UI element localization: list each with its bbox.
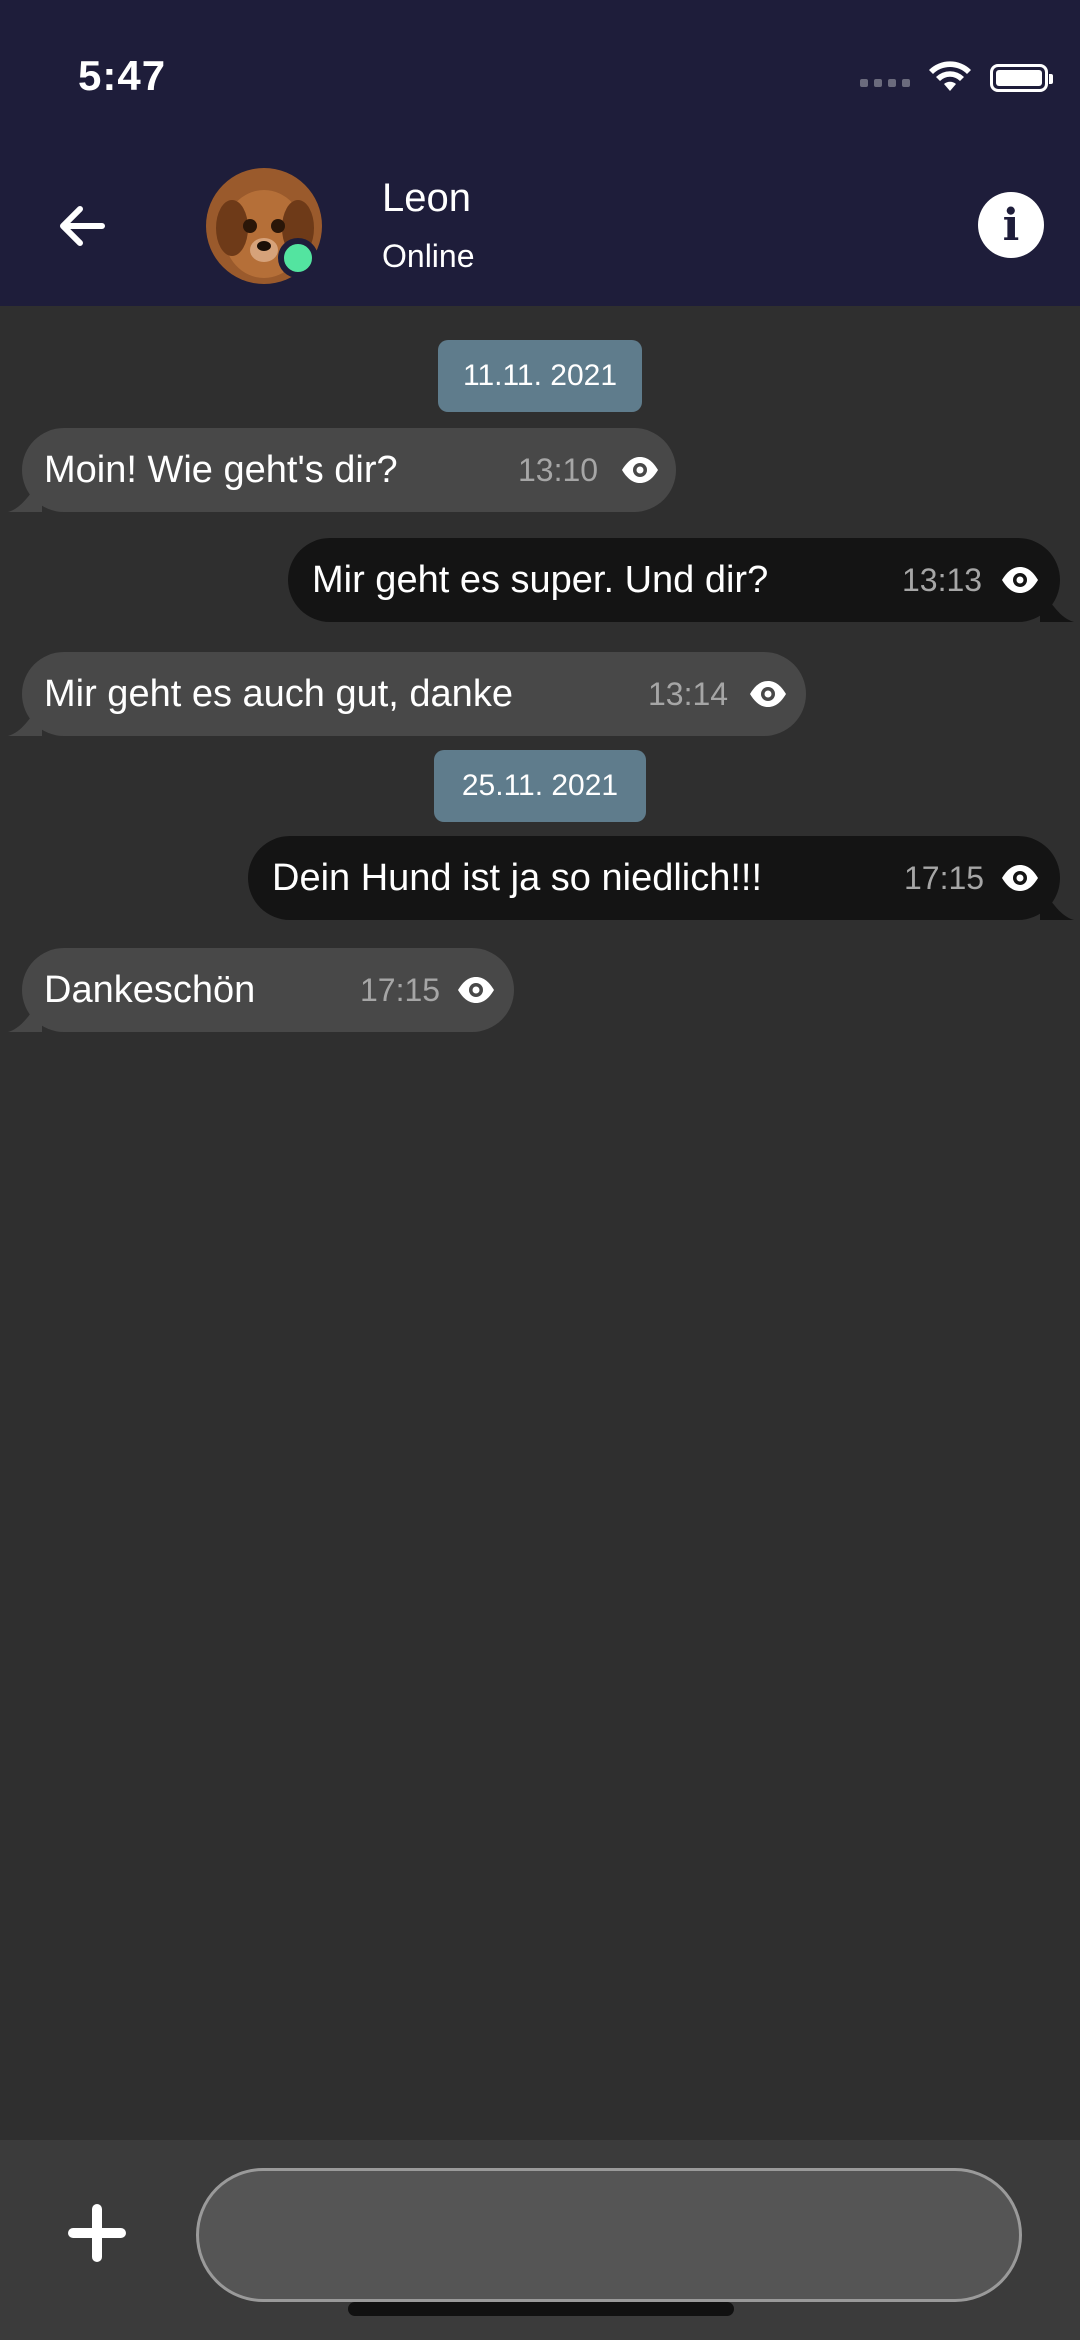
status-icons xyxy=(860,58,1053,98)
chat-header: 5:47 Leon Online i xyxy=(0,0,1080,306)
eye-icon xyxy=(1002,567,1038,593)
home-indicator xyxy=(348,2302,734,2316)
date-chip: 25.11. 2021 xyxy=(434,750,646,822)
message-time: 13:13 xyxy=(902,561,983,598)
contact-status: Online xyxy=(382,238,475,274)
message-bubble-outgoing[interactable]: Dein Hund ist ja so niedlich!!! 17:15 xyxy=(248,836,1074,920)
message-input[interactable] xyxy=(196,2168,1022,2302)
eye-icon xyxy=(622,457,658,483)
bubble-tail xyxy=(8,478,42,512)
wifi-icon xyxy=(929,61,971,91)
message-text: Mir geht es super. Und dir? xyxy=(312,558,769,601)
contact-name[interactable]: Leon xyxy=(382,176,471,221)
cellular-signal-icon xyxy=(860,79,910,87)
bubble-tail xyxy=(1040,886,1074,920)
message-time: 17:15 xyxy=(360,971,441,1008)
battery-icon xyxy=(990,64,1053,92)
message-text: Mir geht es auch gut, danke xyxy=(44,672,513,715)
message-bubble-incoming[interactable]: Mir geht es auch gut, danke 13:14 xyxy=(8,652,806,736)
bubble-tail xyxy=(1040,588,1074,622)
bubble-tail xyxy=(8,702,42,736)
plus-icon[interactable] xyxy=(64,2200,130,2266)
message-text: Dankeschön xyxy=(44,968,256,1011)
message-text: Dein Hund ist ja so niedlich!!! xyxy=(272,856,763,899)
message-time: 17:15 xyxy=(904,859,985,896)
message-bubble-outgoing[interactable]: Mir geht es super. Und dir? 13:13 xyxy=(288,538,1074,622)
message-bubble-incoming[interactable]: Dankeschön 17:15 xyxy=(8,948,514,1032)
info-icon[interactable]: i xyxy=(978,192,1044,258)
arrow-left-icon[interactable] xyxy=(52,196,112,256)
message-bubble-incoming[interactable]: Moin! Wie geht's dir? 13:10 xyxy=(8,428,676,512)
eye-icon xyxy=(750,681,786,707)
message-text: Moin! Wie geht's dir? xyxy=(44,448,398,491)
date-chip: 11.11. 2021 xyxy=(438,340,642,412)
message-time: 13:10 xyxy=(518,451,599,488)
bubble-tail xyxy=(8,998,42,1032)
eye-icon xyxy=(1002,865,1038,891)
online-indicator xyxy=(278,238,318,278)
status-time: 5:47 xyxy=(78,52,167,99)
message-time: 13:14 xyxy=(648,675,729,712)
eye-icon xyxy=(458,977,494,1003)
